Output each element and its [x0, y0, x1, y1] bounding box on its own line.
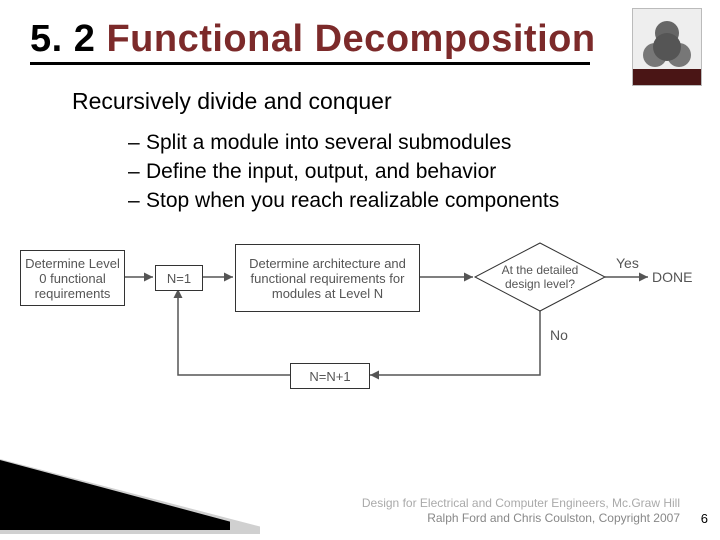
no-label: No — [550, 327, 568, 343]
slide-title: 5. 2 Functional Decomposition — [30, 18, 596, 61]
footer-line-2: Ralph Ford and Chris Coulston, Copyright… — [362, 511, 680, 526]
bullet-list: Split a module into several submodules D… — [128, 126, 559, 218]
subheading: Recursively divide and conquer — [72, 88, 392, 115]
title-main: Functional Decomposition — [106, 18, 595, 60]
done-label: DONE — [652, 269, 692, 285]
decorative-wedge-black — [0, 460, 230, 530]
flow-box-n-equals-1: N=1 — [155, 265, 203, 291]
footer-line-1: Design for Electrical and Computer Engin… — [362, 496, 680, 511]
flowchart: Determine Level 0 functional requirement… — [20, 235, 700, 445]
list-item: Split a module into several submodules — [128, 131, 559, 155]
flow-box-increment: N=N+1 — [290, 363, 370, 389]
title-underline — [30, 62, 590, 65]
title-prefix: 5. 2 — [30, 18, 106, 60]
flow-box-requirements: Determine Level 0 functional requirement… — [20, 250, 125, 306]
decision-label: At the detailed design level? — [490, 263, 590, 291]
page-number: 6 — [701, 511, 708, 526]
yes-label: Yes — [616, 255, 639, 271]
book-cover-thumbnail — [632, 8, 702, 86]
slide: 5. 2 Functional Decomposition Recursivel… — [0, 0, 720, 540]
flow-box-architecture: Determine architecture and functional re… — [235, 244, 420, 312]
book-cover-bar — [633, 69, 701, 85]
molecule-icon — [653, 33, 681, 61]
list-item: Define the input, output, and behavior — [128, 160, 559, 184]
footer-credit: Design for Electrical and Computer Engin… — [362, 496, 680, 526]
list-item: Stop when you reach realizable component… — [128, 189, 559, 213]
